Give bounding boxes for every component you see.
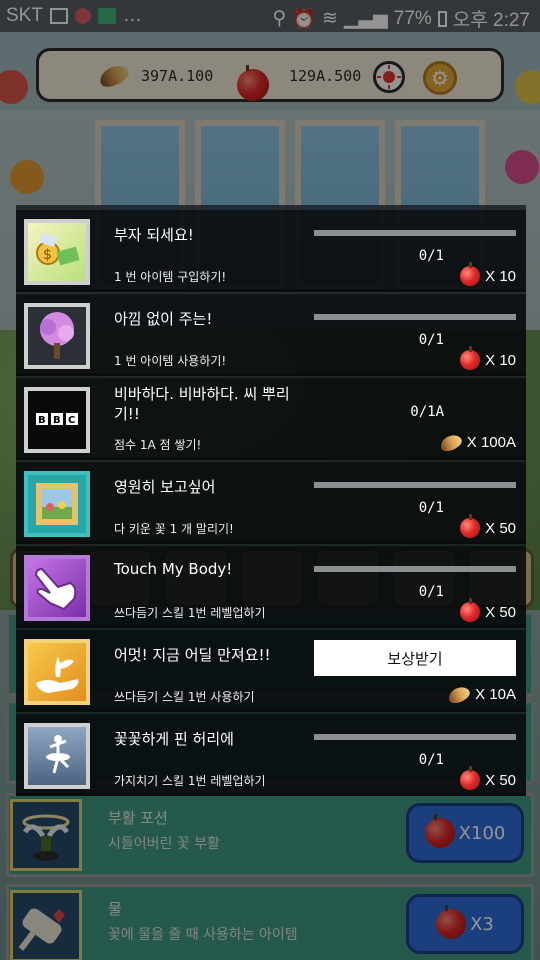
- achievement-item: Touch My Body! 쓰다듬기 스킬 1번 레벨업하기 0/1 X 50: [16, 546, 526, 628]
- achievement-progress: 0/1A: [410, 404, 444, 420]
- apple-icon: [460, 346, 481, 370]
- achievement-desc: 1 번 아이템 구입하기!: [114, 270, 227, 284]
- achievement-title: 아낌 없이 주는!: [114, 310, 213, 328]
- achievement-progress-bar: [314, 734, 516, 740]
- seed-icon: [446, 683, 473, 706]
- achievement-item: 꽃꽃하게 핀 허리에 가지치기 스킬 1번 레벨업하기 0/1 X 50: [16, 714, 526, 796]
- achievement-title: 꽃꽃하게 핀 허리에: [114, 730, 234, 748]
- hand-flower-achievement-icon: [24, 639, 90, 705]
- frame-achievement-icon: [24, 471, 90, 537]
- achievement-progress: 0/1: [418, 332, 444, 348]
- achievement-reward: X 50: [460, 598, 516, 622]
- achievement-title: Touch My Body!: [114, 560, 233, 578]
- achievement-card: [16, 462, 526, 544]
- achievement-card: [16, 210, 526, 292]
- achievement-desc: 가지치기 스킬 1번 레벨업하기: [114, 774, 266, 788]
- reward-amount: X 10: [485, 267, 516, 285]
- apple-icon: [460, 514, 481, 538]
- achievement-progress: 0/1: [418, 584, 444, 600]
- seed-icon: [437, 431, 464, 454]
- achievement-reward: X 10A: [446, 683, 516, 706]
- achievement-progress-bar: [314, 482, 516, 488]
- achievement-desc: 다 키운 꽃 1 개 말리기!: [114, 522, 234, 536]
- svg-text:B: B: [53, 415, 61, 426]
- apple-icon: [460, 766, 481, 790]
- achievement-item: $ 부자 되세요! 1 번 아이템 구입하기! 0/1 X 10: [16, 210, 526, 292]
- achievement-title: 영원히 보고싶어: [114, 478, 216, 496]
- reward-amount: X 100A: [466, 434, 516, 451]
- achievement-card: [16, 546, 526, 628]
- achievement-item: 영원히 보고싶어 다 키운 꽃 1 개 말리기! 0/1 X 50: [16, 462, 526, 544]
- achievement-item: 아낌 없이 주는! 1 번 아이템 사용하기! 0/1 X 10: [16, 294, 526, 376]
- achievement-title: 비바하다. 비바하다. 씨 뿌리기!!: [114, 385, 290, 423]
- achievement-desc: 점수 1A 점 쌓기!: [114, 438, 202, 452]
- svg-text:B: B: [38, 415, 46, 426]
- ballerina-achievement-icon: [24, 723, 90, 789]
- money-achievement-icon: $: [24, 219, 90, 285]
- reward-amount: X 50: [485, 771, 516, 789]
- achievement-desc: 쓰다듬기 스킬 1번 사용하기: [114, 690, 255, 704]
- bbc-achievement-icon: B B C: [24, 387, 90, 453]
- achievements-popup: $ 부자 되세요! 1 번 아이템 구입하기! 0/1 X 10 아낌 없이 주…: [16, 205, 526, 796]
- tree-achievement-icon: [24, 303, 90, 369]
- achievement-reward: X 50: [460, 766, 516, 790]
- apple-icon: [460, 262, 481, 286]
- reward-amount: X 10A: [475, 686, 516, 703]
- reward-amount: X 50: [485, 519, 516, 537]
- achievement-progress: 0/1: [418, 500, 444, 516]
- reward-amount: X 10: [485, 351, 516, 369]
- achievement-reward: X 100A: [437, 431, 516, 454]
- achievement-card: [16, 714, 526, 796]
- achievement-progress: 0/1: [418, 752, 444, 768]
- achievement-reward: X 10: [460, 262, 516, 286]
- achievement-desc: 쓰다듬기 스킬 1번 레벨업하기: [114, 606, 266, 620]
- achievement-item: B B C 비바하다. 비바하다. 씨 뿌리기!! 점수 1A 점 쌓기! 0/…: [16, 378, 526, 460]
- achievement-progress: 0/1: [418, 248, 444, 264]
- claim-reward-button[interactable]: 보상받기: [314, 640, 516, 676]
- achievement-progress-bar: [314, 230, 516, 236]
- svg-text:$: $: [43, 247, 52, 263]
- achievement-desc: 1 번 아이템 사용하기!: [114, 354, 227, 368]
- apple-icon: [460, 598, 481, 622]
- achievement-progress-bar: [314, 566, 516, 572]
- achievement-progress-bar: [314, 314, 516, 320]
- reward-amount: X 50: [485, 603, 516, 621]
- achievement-reward: X 50: [460, 514, 516, 538]
- svg-text:C: C: [68, 415, 75, 426]
- achievement-title: 부자 되세요!: [114, 226, 194, 244]
- achievement-item: 어멋! 지금 어딜 만져요!! 쓰다듬기 스킬 1번 사용하기 보상받기 X 1…: [16, 630, 526, 712]
- achievement-title: 어멋! 지금 어딜 만져요!!: [114, 646, 271, 664]
- achievement-card: [16, 294, 526, 376]
- achievement-reward: X 10: [460, 346, 516, 370]
- hand-achievement-icon: [24, 555, 90, 621]
